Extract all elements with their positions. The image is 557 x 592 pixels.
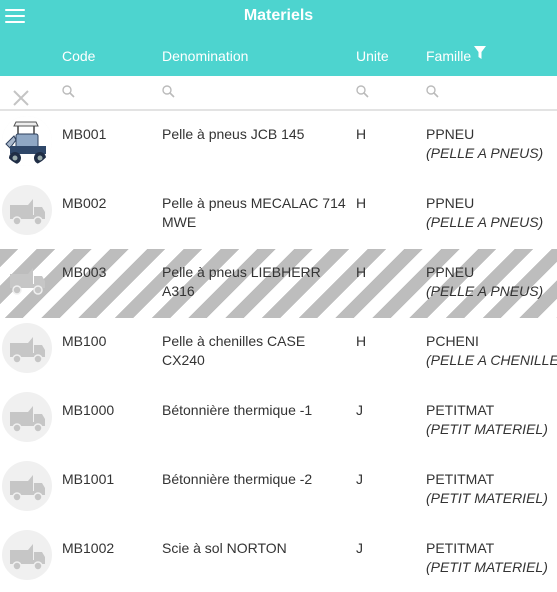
truck-placeholder-icon [2,392,52,442]
famille-code: PETITMAT [426,540,495,556]
column-header-famille[interactable]: Famille [426,46,487,64]
cell-code: MB1001 [62,471,115,487]
app-header: Materiels Code Denomination Unite Famill… [0,0,557,76]
cell-denomination: Pelle à pneus LIEBHERR A316 [162,264,321,299]
famille-label: (PETIT MATERIEL) [426,421,548,437]
list-item[interactable]: MB1002 Scie à sol NORTON J PETITMAT (PETIT M… [0,525,557,592]
cell-code: MB1002 [62,540,115,556]
denomination-search-input[interactable] [162,85,242,103]
cell-denomination: Pelle à pneus JCB 145 [162,126,305,142]
cell-unite: J [356,402,363,418]
list-item[interactable]: MB1000 Bétonnière thermique -1 J PETITMAT (P… [0,387,557,456]
famille-code: PETITMAT [426,402,495,418]
famille-code: PETITMAT [426,471,495,487]
cell-code: MB1000 [62,402,115,418]
search-icon [426,85,439,98]
famille-label: (PELLE A PNEUS) [426,214,544,230]
cell-denomination: Bétonnière thermique -2 [162,471,313,487]
cell-unite: J [356,540,363,556]
search-icon [162,85,175,98]
cell-code: MB002 [62,195,107,211]
cell-famille: PPNEU (PELLE A PNEUS) [426,263,557,301]
cell-unite: H [356,264,367,280]
list-item[interactable]: MB003 Pelle à pneus LIEBHERR A316 H PPNEU (P… [0,249,557,318]
cell-famille: PETITMAT (PETIT MATERIEL) [426,401,557,439]
cell-famille: PETITMAT (PETIT MATERIEL) [426,539,557,577]
column-header-code[interactable]: Code [62,48,95,64]
truck-placeholder-icon [2,530,52,580]
list-item[interactable]: MB002 Pelle à pneus MECALAC 714 MWE H PPNEU… [0,180,557,249]
search-icon [62,85,75,98]
page-title: Materiels [243,7,314,24]
cell-denomination: Scie à sol NORTON [162,540,287,556]
filter-row [0,76,557,111]
cell-unite: H [356,333,367,349]
cell-famille: PPNEU (PELLE A PNEUS) [426,194,557,232]
famille-search-input[interactable] [426,85,506,103]
cell-unite: H [356,126,367,142]
clear-filters-icon[interactable] [12,89,30,107]
list-item[interactable]: MB100 Pelle à chenilles CASE CX240 H PCHENI… [0,318,557,387]
truck-placeholder-icon [2,323,52,373]
list-item[interactable]: MB001 Pelle à pneus JCB 145 H PPNEU (PELLE A… [0,111,557,180]
cell-unite: H [356,195,367,211]
cell-famille: PPNEU (PELLE A PNEUS) [426,125,557,163]
search-icon [356,85,369,98]
famille-code: PPNEU [426,195,475,211]
column-header-unite[interactable]: Unite [356,48,389,64]
truck-placeholder-icon [2,461,52,511]
unite-search-input[interactable] [356,85,406,103]
famille-label: (PELLE A CHENILLES) [426,352,557,368]
cell-denomination: Bétonnière thermique -1 [162,402,313,418]
list-item[interactable]: MB1001 Bétonnière thermique -2 J PETITMAT (P… [0,456,557,525]
cell-code: MB100 [62,333,107,349]
famille-label: (PELLE A PNEUS) [426,283,544,299]
code-search-input[interactable] [62,85,142,103]
cell-code: MB003 [62,264,107,280]
cell-famille: PETITMAT (PETIT MATERIEL) [426,470,557,508]
famille-code: PPNEU [426,126,475,142]
cell-famille: PCHENI (PELLE A CHENILLES) [426,332,557,370]
famille-code: PCHENI [426,333,479,349]
famille-label: (PETIT MATERIEL) [426,559,548,575]
cell-denomination: Pelle à pneus MECALAC 714 MWE [162,195,346,230]
cell-unite: J [356,471,363,487]
column-header-famille-label: Famille [426,48,472,64]
truck-placeholder-icon [2,254,52,304]
machine-photo-avatar [2,116,52,166]
truck-placeholder-icon [2,185,52,235]
column-header-denomination[interactable]: Denomination [162,48,248,64]
famille-label: (PELLE A PNEUS) [426,145,544,161]
cell-denomination: Pelle à chenilles CASE CX240 [162,333,306,368]
famille-code: PPNEU [426,264,475,280]
famille-label: (PETIT MATERIEL) [426,490,548,506]
filter-icon[interactable] [474,46,487,60]
cell-code: MB001 [62,126,107,142]
